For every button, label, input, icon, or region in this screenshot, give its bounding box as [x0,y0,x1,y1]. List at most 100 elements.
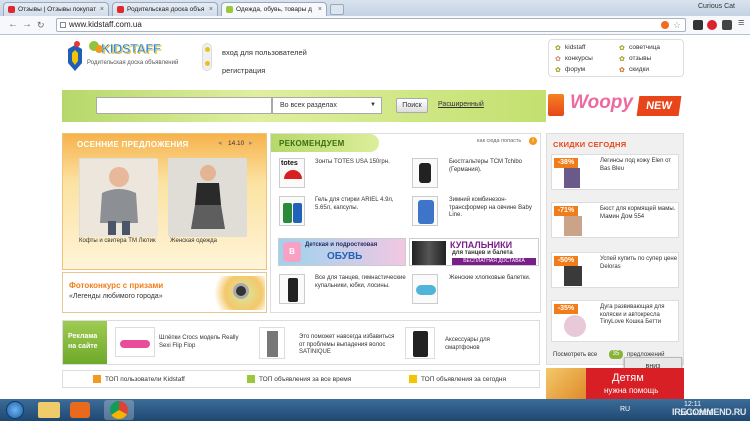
discount-item-4[interactable]: -35% Дуга развивающая для коляски и авто… [551,300,679,342]
swimsuits-banner[interactable]: КУПАЛЬНИКИ для танцев и балета БЕСПЛАТНА… [409,238,539,266]
recommend-item-4-text[interactable]: Зимний комбинезон-трансформер на овчине … [449,197,537,220]
top-all-time-link[interactable]: ТОП объявления за все время [259,376,351,383]
tab-title: Родительская доска объя [127,6,205,13]
ad-item-2-text[interactable]: Это поможет навсегда избавиться от пробл… [299,334,399,357]
register-link[interactable]: регистрация [222,66,265,75]
address-bar[interactable]: www.kidstaff.com.ua ☆ [56,18,686,32]
extension-icon[interactable] [722,20,732,30]
autumn-item-1-image[interactable] [79,158,158,237]
link-contests[interactable]: конкурсы [565,55,593,62]
autumn-item-1-caption[interactable]: Кофты и свитера ТМ Лютик [79,238,159,246]
recommend-item-3-text[interactable]: Гель для стирки ARIEL 4.9л, 5.65л, капсу… [315,197,405,212]
page-icon [60,22,66,28]
top-users-icon [93,375,101,383]
ad-item-1-text[interactable]: Шлёпки Crocs модель Really Sexi Flip Flo… [159,335,249,350]
login-link[interactable]: вход для пользователей [222,48,307,57]
ad-label-box: Реклама на сайте [63,321,107,364]
section-select[interactable]: Во всех разделах ▼ [272,97,382,114]
link-advisor[interactable]: советчица [629,44,660,51]
discount-item-image [564,266,582,286]
discounts-panel: СКИДКИ СЕГОДНЯ -38% Легинсы под кожу Ele… [546,133,684,365]
close-tab-icon[interactable]: × [100,6,104,13]
quick-links-box: ✿ kidstaff ✿ советчица ✿ конкурсы ✿ отзы… [548,39,684,77]
discount-badge: -38% [554,158,578,168]
forward-arrow-icon[interactable]: → [22,19,32,31]
recommend-item-5-image[interactable] [279,274,305,304]
bookmark-star-icon[interactable]: ☆ [673,19,681,31]
kids-help-banner[interactable]: Детям нужна помощь [546,368,684,399]
menu-icon[interactable]: ≡ [738,17,744,29]
profile-name[interactable]: Curious Cat [698,3,735,10]
kids-shoes-banner[interactable]: B Детская и подростковая ОБУВЬ [278,238,406,266]
autumn-offers-title: ОСЕННИЕ ПРЕДЛОЖЕНИЯ [77,140,189,149]
site-favicon-icon [8,6,15,13]
umbrella-icon [284,170,302,179]
recommend-item-1-text[interactable]: Зонты TOTES USA 150грн. [315,159,405,167]
start-button[interactable] [6,401,24,419]
woopy-figure [548,94,564,116]
recommend-item-4-image[interactable] [412,196,438,226]
ad-item-1-image[interactable] [115,327,155,357]
tab-title: Одежда, обувь, товары д [236,6,312,13]
recommend-item-2-image[interactable] [412,158,438,188]
recommend-item-6-text[interactable]: Женские хлопковые балетки. [449,275,537,283]
ad-label-line1: Реклама [68,333,98,340]
discount-item-3[interactable]: -50% Успей купить по супер цене Deloras [551,252,679,288]
autumn-item-2-image[interactable] [168,158,247,237]
explorer-icon[interactable] [38,402,60,418]
logo-mascot[interactable] [64,41,86,77]
search-input[interactable] [96,97,272,114]
recommend-item-2-text[interactable]: Бюстгальтеры ТСМ Tchibo (Германия). [449,159,537,174]
browser-tab-3-active[interactable]: Одежда, обувь, товары д × [221,2,327,16]
how-to-get-here-link[interactable]: как сюда попасть [477,138,521,144]
browser-tab-1[interactable]: Отзывы | Отзывы покупат × [3,2,109,16]
see-all-link[interactable]: Посмотреть все [553,352,597,358]
woopy-logo: Woopy [570,92,633,113]
extension-icon[interactable] [661,21,669,29]
ad-strip: Реклама на сайте Шлёпки Crocs модель Rea… [62,320,540,365]
ad-item-2-image[interactable] [259,327,285,359]
search-button[interactable]: Поиск [396,98,428,113]
discount-item-image [564,168,580,188]
chrome-taskbar-button[interactable] [104,400,134,420]
kidstaff-icon: ✿ [555,45,561,52]
ad-item-3-text[interactable]: Аксессуары для смартфонов [445,337,525,352]
autumn-item-2-caption[interactable]: Женская одежда [170,238,217,246]
kidstaff-logo[interactable]: KIDSTAFF Родительская доска объявлений [87,39,182,67]
next-arrow-icon[interactable]: ▸ [249,139,253,147]
media-player-icon[interactable] [70,402,90,418]
reload-icon[interactable]: ↻ [37,19,45,31]
extension-icon[interactable] [707,20,717,30]
back-arrow-icon[interactable]: ← [8,19,18,31]
recommend-item-6-image[interactable] [412,274,438,304]
recommend-item-5-text[interactable]: Все для танцев, гимнастические купальник… [315,275,407,290]
recommend-item-1-image[interactable]: totes [279,158,305,188]
new-tab-button[interactable] [330,4,344,15]
link-reviews[interactable]: отзывы [629,55,651,62]
extension-icon[interactable] [693,20,703,30]
offers-count-badge: 35 [609,350,623,359]
link-forum[interactable]: форум [565,66,585,73]
search-bar: Во всех разделах ▼ Поиск Расширенный [62,90,546,122]
close-tab-icon[interactable]: × [318,6,322,13]
woopy-banner[interactable]: Woopy NEW [546,90,684,122]
kids-help-line2: нужна помощь [604,386,659,395]
advisor-icon: ✿ [619,45,625,52]
language-indicator[interactable]: RU [620,406,630,413]
autumn-date: 14.10 [228,140,245,147]
prev-arrow-icon[interactable]: ◂ [218,139,222,147]
close-tab-icon[interactable]: × [209,6,213,13]
info-icon[interactable]: i [529,137,537,145]
discount-item-2[interactable]: -71% Бюст для кормящей мамы. Мамин Дом 5… [551,202,679,238]
top-today-link[interactable]: ТОП объявления за сегодня [421,376,506,383]
advanced-search-link[interactable]: Расширенный [438,101,484,108]
discount-icon: ✿ [619,67,625,74]
browser-tab-2[interactable]: Родительская доска объя × [112,2,218,16]
link-kidstaff[interactable]: kidstaff [565,44,585,51]
recommend-item-3-image[interactable] [279,196,305,226]
top-users-link[interactable]: ТОП пользователи Kidstaff [105,376,185,383]
ad-item-3-image[interactable] [405,327,435,359]
discount-item-1[interactable]: -38% Легинсы под кожу Elen от Bas Bleu [551,154,679,190]
link-discounts[interactable]: скидки [629,66,649,73]
photo-contest-banner[interactable]: Фотоконкурс с призами «Легенды любимого … [62,272,267,313]
